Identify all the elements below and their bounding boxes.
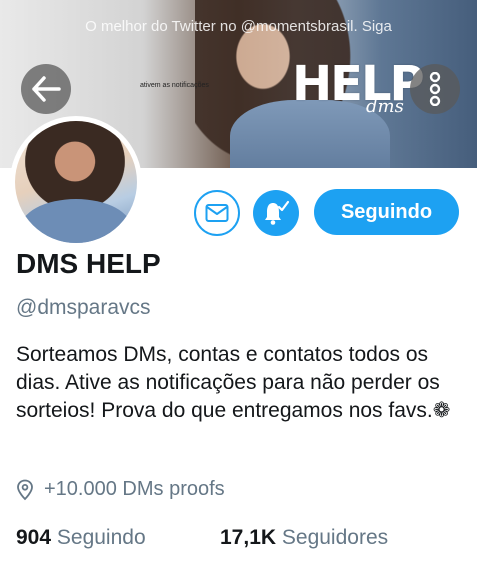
back-button[interactable] <box>21 64 71 114</box>
avatar[interactable] <box>10 116 142 248</box>
more-options-button[interactable] <box>410 64 460 114</box>
vertical-dots-icon <box>429 72 441 106</box>
profile-location: +10.000 DMs proofs <box>16 478 225 501</box>
profile-bio: Sorteamos DMs, contas e contatos todos o… <box>16 343 451 422</box>
following-stat[interactable]: 904 Seguindo <box>16 526 146 550</box>
banner-caption: O melhor do Twitter no @momentsbrasil. S… <box>85 18 392 35</box>
notifications-button[interactable] <box>253 190 299 236</box>
profile-handle: @dmsparavcs <box>16 296 151 319</box>
message-button[interactable] <box>194 190 240 236</box>
banner-logo-sub: dms <box>366 96 404 117</box>
banner-small-text: ativem as notificações <box>140 82 209 89</box>
avatar-photo <box>15 121 137 243</box>
following-count: 904 <box>16 526 52 549</box>
profile-location-text: +10.000 DMs proofs <box>44 478 225 500</box>
profile-name: DMS HELP <box>16 248 161 279</box>
followers-stat[interactable]: 17,1K Seguidores <box>220 526 388 550</box>
arrow-left-icon <box>32 76 61 102</box>
followers-count: 17,1K <box>220 526 277 549</box>
following-button[interactable]: Seguindo <box>314 189 459 235</box>
followers-label: Seguidores <box>281 526 389 549</box>
bell-check-icon <box>265 200 290 225</box>
location-pin-icon <box>16 479 34 501</box>
following-label: Seguindo <box>56 526 146 549</box>
avatar-photo-person <box>25 121 125 211</box>
envelope-icon <box>205 204 229 222</box>
